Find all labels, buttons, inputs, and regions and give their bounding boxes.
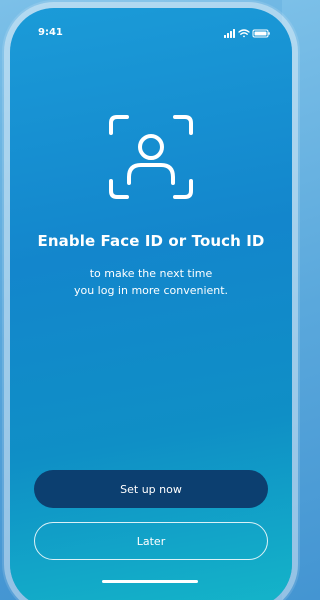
subtitle-line-1: to make the next time: [89, 267, 213, 280]
status-icons: [224, 27, 274, 39]
status-time: 9:41: [38, 27, 63, 38]
page-subtitle: to make the next time you log in more co…: [10, 265, 292, 299]
home-indicator[interactable]: [102, 580, 198, 583]
face-id-icon: [107, 113, 195, 201]
set-up-now-label: Set up now: [120, 482, 182, 496]
battery-icon: [252, 29, 270, 38]
subtitle-line-2: you log in more convenient.: [73, 284, 229, 297]
signal-icon: [224, 29, 235, 38]
later-label: Later: [136, 534, 166, 548]
wifi-icon: [238, 29, 250, 38]
later-button[interactable]: Later: [34, 522, 268, 560]
set-up-now-button[interactable]: Set up now: [34, 470, 268, 508]
phone-screen: 9:41 Enable Face ID or Touch ID to make …: [10, 8, 292, 600]
status-bar: 9:41: [10, 8, 282, 48]
page-title: Enable Face ID or Touch ID: [37, 232, 265, 250]
